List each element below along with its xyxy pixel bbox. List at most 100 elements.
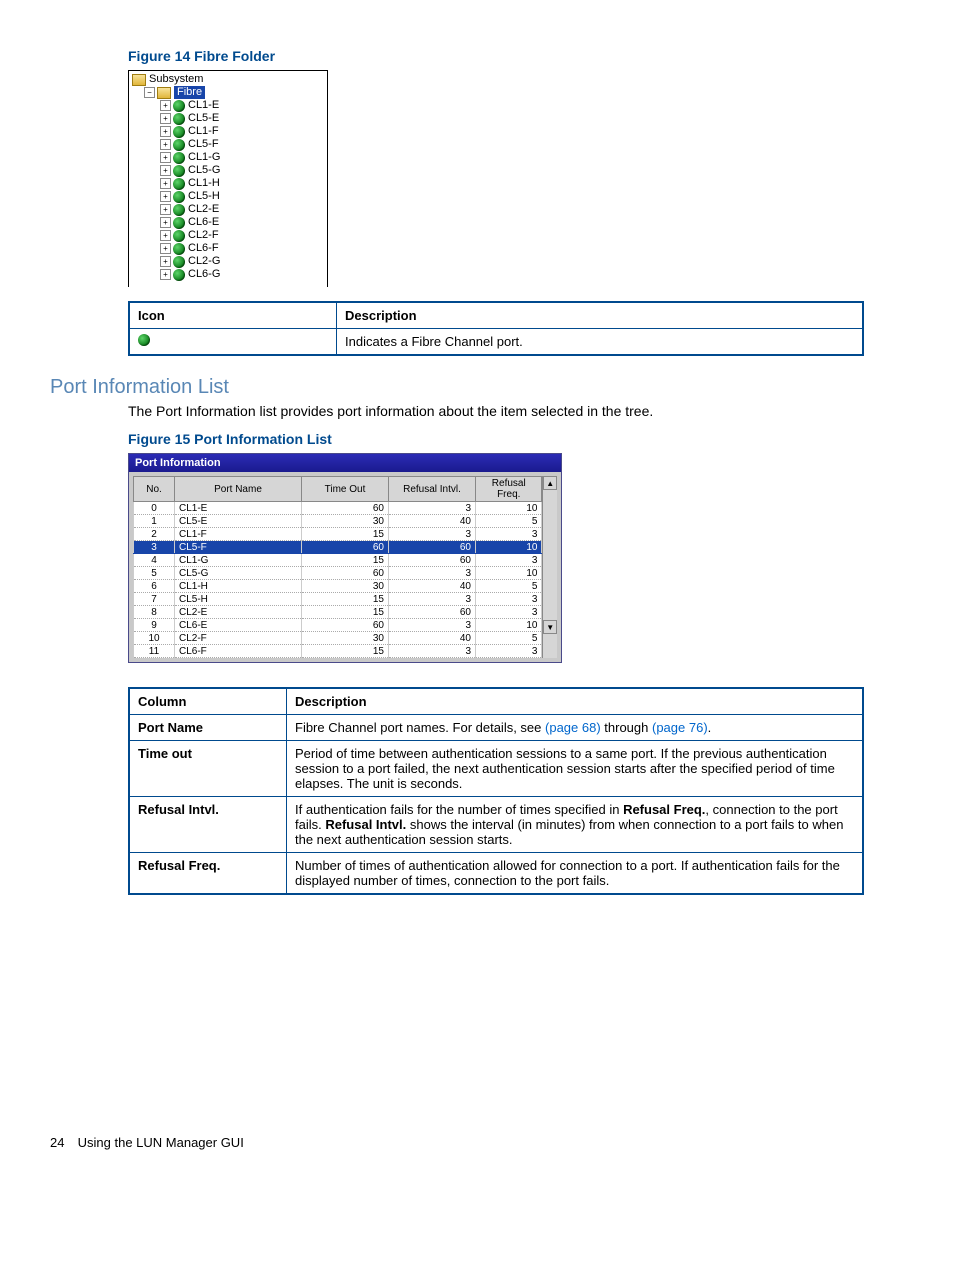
fibre-tree-panel: Subsystem − Fibre +CL1-E+CL5-E+CL1-F+CL5…	[128, 70, 328, 287]
table-row[interactable]: 10CL2-F30405	[134, 632, 542, 645]
tree-root-label: Subsystem	[149, 73, 203, 86]
cell-timeout: 15	[302, 528, 389, 541]
cell-freq: 3	[476, 645, 542, 658]
tree-port-item[interactable]: +CL2-G	[132, 255, 324, 268]
expand-icon[interactable]: +	[160, 152, 171, 163]
figure15-caption: Figure 15 Port Information List	[128, 431, 904, 447]
cell-no: 8	[134, 606, 175, 619]
cell-intvl: 60	[389, 606, 476, 619]
expand-icon[interactable]: +	[160, 230, 171, 241]
th-column: Column	[129, 688, 287, 715]
expand-icon[interactable]: +	[160, 178, 171, 189]
tree-port-item[interactable]: +CL5-E	[132, 112, 324, 125]
cell-timeout: 30	[302, 580, 389, 593]
cell-no: 3	[134, 541, 175, 554]
tree-port-item[interactable]: +CL1-E	[132, 99, 324, 112]
cell-timeout: 60	[302, 619, 389, 632]
tree-port-label: CL5-H	[188, 190, 220, 203]
table-row[interactable]: 0CL1-E60310	[134, 502, 542, 515]
tree-port-item[interactable]: +CL1-H	[132, 177, 324, 190]
table-row[interactable]: 4CL1-G15603	[134, 554, 542, 567]
cell-port: CL1-E	[175, 502, 302, 515]
table-row[interactable]: 5CL5-G60310	[134, 567, 542, 580]
pi-th-no[interactable]: No.	[134, 477, 175, 502]
col-timeout: Time out	[129, 741, 287, 797]
link-page76[interactable]: (page 76)	[652, 720, 708, 735]
tree-port-item[interactable]: +CL5-F	[132, 138, 324, 151]
expand-icon[interactable]: +	[160, 100, 171, 111]
pi-th-port[interactable]: Port Name	[175, 477, 302, 502]
expand-icon[interactable]: +	[160, 126, 171, 137]
expand-icon[interactable]: +	[160, 113, 171, 124]
table-row[interactable]: 1CL5-E30405	[134, 515, 542, 528]
tree-port-item[interactable]: +CL5-G	[132, 164, 324, 177]
collapse-icon[interactable]: −	[144, 87, 155, 98]
cell-no: 0	[134, 502, 175, 515]
cell-no: 1	[134, 515, 175, 528]
table-row[interactable]: 7CL5-H1533	[134, 593, 542, 606]
cell-freq: 3	[476, 606, 542, 619]
column-desc-table: Column Description Port Name Fibre Chann…	[128, 687, 864, 895]
expand-icon[interactable]: +	[160, 217, 171, 228]
expand-icon[interactable]: +	[160, 139, 171, 150]
tree-fibre[interactable]: − Fibre	[132, 86, 324, 99]
cell-intvl: 60	[389, 541, 476, 554]
expand-icon[interactable]: +	[160, 243, 171, 254]
fibre-port-icon	[173, 191, 185, 203]
expand-icon[interactable]: +	[160, 191, 171, 202]
fibre-port-icon	[173, 100, 185, 112]
scroll-up-icon[interactable]: ▲	[543, 476, 557, 490]
cell-intvl: 40	[389, 632, 476, 645]
port-info-panel: Port Information No. Port Name Time Out …	[128, 453, 562, 663]
expand-icon[interactable]: +	[160, 256, 171, 267]
cell-freq: 10	[476, 541, 542, 554]
expand-icon[interactable]: +	[160, 269, 171, 280]
pi-th-timeout[interactable]: Time Out	[302, 477, 389, 502]
tree-port-item[interactable]: + CL5-H	[132, 190, 324, 203]
cell-no: 7	[134, 593, 175, 606]
table-row[interactable]: 3CL5-F606010	[134, 541, 542, 554]
table-row[interactable]: 2CL1-F1533	[134, 528, 542, 541]
table-row[interactable]: 8CL2-E15603	[134, 606, 542, 619]
fibre-port-icon	[173, 256, 185, 268]
table-row[interactable]: 11CL6-F1533	[134, 645, 542, 658]
scrollbar[interactable]: ▲ ▼	[542, 476, 557, 658]
cell-port: CL1-G	[175, 554, 302, 567]
th-desc: Description	[337, 302, 864, 329]
pi-th-freq[interactable]: Refusal Freq.	[476, 477, 542, 502]
cell-port: CL1-F	[175, 528, 302, 541]
tree-root[interactable]: Subsystem	[132, 73, 324, 86]
table-row[interactable]: 6CL1-H30405	[134, 580, 542, 593]
tree-port-item[interactable]: +CL6-G	[132, 268, 324, 281]
table-row[interactable]: 9CL6-E60310	[134, 619, 542, 632]
cell-no: 5	[134, 567, 175, 580]
icon-desc-table: Icon Description Indicates a Fibre Chann…	[128, 301, 864, 356]
cell-intvl: 40	[389, 580, 476, 593]
cell-intvl: 60	[389, 554, 476, 567]
cell-intvl: 3	[389, 567, 476, 580]
cell-no: 4	[134, 554, 175, 567]
tree-port-label: CL2-F	[188, 229, 219, 242]
th-icon: Icon	[129, 302, 337, 329]
cell-freq: 5	[476, 632, 542, 645]
tree-port-item[interactable]: + CL2-F	[132, 229, 324, 242]
cell-timeout: 15	[302, 645, 389, 658]
expand-icon[interactable]: +	[160, 165, 171, 176]
cell-port: CL5-E	[175, 515, 302, 528]
link-page68[interactable]: (page 68)	[545, 720, 601, 735]
tree-port-item[interactable]: +CL1-F	[132, 125, 324, 138]
col-reffreq-desc: Number of times of authentication allowe…	[287, 853, 864, 895]
scroll-down-icon[interactable]: ▼	[543, 620, 557, 634]
icon-desc: Indicates a Fibre Channel port.	[337, 329, 864, 356]
cell-intvl: 3	[389, 502, 476, 515]
pi-th-intvl[interactable]: Refusal Intvl.	[389, 477, 476, 502]
port-info-table[interactable]: No. Port Name Time Out Refusal Intvl. Re…	[133, 476, 542, 658]
cell-intvl: 40	[389, 515, 476, 528]
page-footer: 24 Using the LUN Manager GUI	[50, 1135, 904, 1150]
expand-icon[interactable]: +	[160, 204, 171, 215]
col-portname-desc: Fibre Channel port names. For details, s…	[287, 715, 864, 741]
tree-port-item[interactable]: +CL6-E	[132, 216, 324, 229]
tree-port-item[interactable]: +CL6-F	[132, 242, 324, 255]
tree-port-item[interactable]: +CL1-G	[132, 151, 324, 164]
tree-port-item[interactable]: +CL2-E	[132, 203, 324, 216]
